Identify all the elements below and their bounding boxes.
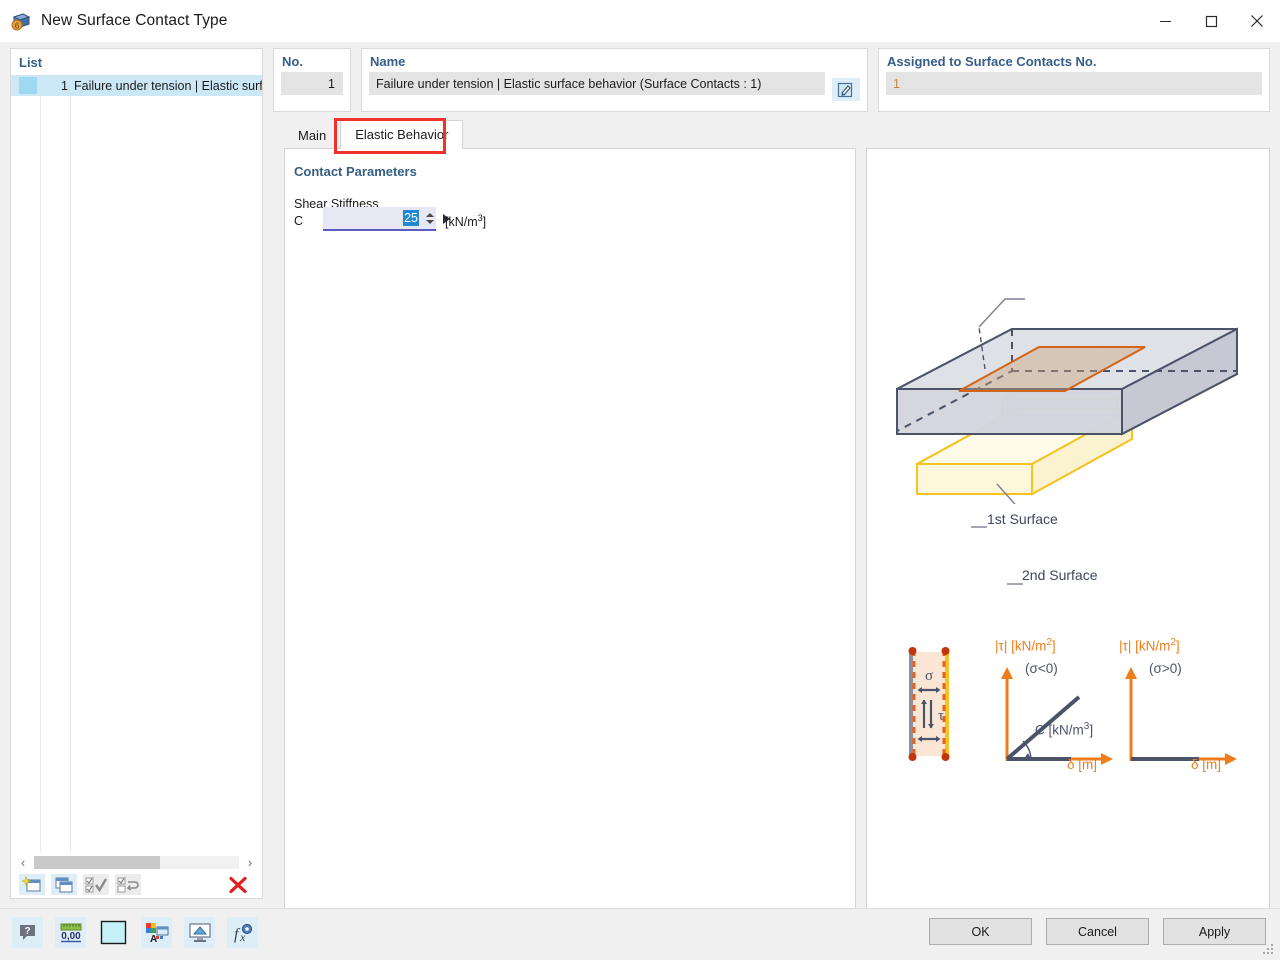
cancel-button[interactable]: Cancel bbox=[1046, 918, 1149, 945]
list-item-color[interactable] bbox=[19, 77, 41, 94]
chart-right-xaxis-label: δ [m] bbox=[1191, 757, 1221, 772]
resize-grip-icon[interactable] bbox=[1263, 944, 1275, 956]
no-field-group: No. 1 bbox=[273, 48, 351, 112]
scroll-left-icon[interactable]: ‹ bbox=[12, 852, 34, 872]
list-toolbar bbox=[12, 872, 261, 897]
list-item[interactable]: 1 Failure under tension | Elastic surfac bbox=[11, 75, 262, 96]
dialog-body: List 1 Failure under tension | Elastic s… bbox=[0, 42, 1280, 960]
dialog-buttons: OK Cancel Apply bbox=[929, 918, 1266, 945]
footer-icon-group: ? 0,00 bbox=[12, 917, 258, 948]
tab-elastic-behavior[interactable]: Elastic Behavior bbox=[340, 120, 463, 149]
color-swatch-icon[interactable] bbox=[98, 917, 129, 948]
assigned-field-label: Assigned to Surface Contacts No. bbox=[879, 49, 1269, 72]
list-rows: 1 Failure under tension | Elastic surfac bbox=[11, 75, 262, 96]
scroll-track[interactable] bbox=[34, 856, 239, 869]
window-title: New Surface Contact Type bbox=[41, 12, 228, 30]
contact-element-diagram: σ τ bbox=[897, 644, 961, 766]
assigned-field-group: Assigned to Surface Contacts No. 1 bbox=[878, 48, 1270, 112]
surface-contact-illustration bbox=[887, 289, 1247, 504]
c-value-text[interactable]: 25 bbox=[323, 211, 423, 225]
name-field-group: Name Failure under tension | Elastic sur… bbox=[361, 48, 868, 112]
first-surface-leader bbox=[971, 517, 997, 537]
display-properties-icon[interactable]: A bbox=[141, 917, 172, 948]
name-field-input[interactable]: Failure under tension | Elastic surface … bbox=[369, 72, 825, 95]
scroll-thumb[interactable] bbox=[34, 856, 160, 869]
title-bar: 6 New Surface Contact Type bbox=[0, 0, 1280, 42]
minimize-button[interactable] bbox=[1142, 0, 1188, 42]
svg-text:6: 6 bbox=[15, 22, 20, 31]
chart-left-plot bbox=[997, 649, 1127, 769]
visual-settings-icon[interactable] bbox=[184, 917, 215, 948]
new-item-icon[interactable] bbox=[19, 874, 45, 895]
c-value-input[interactable]: 25 bbox=[323, 207, 436, 231]
no-field-input[interactable]: 1 bbox=[281, 72, 343, 95]
svg-text:σ: σ bbox=[925, 668, 933, 684]
window-controls bbox=[1142, 0, 1280, 42]
maximize-button[interactable] bbox=[1188, 0, 1234, 42]
copy-item-icon[interactable] bbox=[51, 874, 77, 895]
c-value-selected: 25 bbox=[403, 210, 419, 226]
close-button[interactable] bbox=[1234, 0, 1280, 42]
list-item-label: Failure under tension | Elastic surfac bbox=[74, 79, 262, 93]
tab-main[interactable]: Main bbox=[284, 121, 340, 149]
stepper-down-icon[interactable] bbox=[426, 220, 434, 224]
chart-right-plot bbox=[1121, 649, 1251, 769]
invert-selection-icon[interactable] bbox=[115, 874, 141, 895]
chart-left-slope-label: C [kN/m3] bbox=[1035, 721, 1093, 738]
edit-name-icon[interactable] bbox=[832, 78, 860, 101]
tab-strip: Main Elastic Behavior bbox=[284, 120, 1270, 149]
list-header: List bbox=[11, 49, 262, 75]
first-surface-label: 1st Surface bbox=[987, 511, 1058, 527]
footer-bar: ? 0,00 bbox=[0, 909, 1280, 960]
list-horizontal-scrollbar[interactable]: ‹ › bbox=[12, 852, 261, 872]
list-panel: List 1 Failure under tension | Elastic s… bbox=[10, 48, 263, 899]
apply-button[interactable]: Apply bbox=[1163, 918, 1266, 945]
surface-contact-icon: 6 bbox=[10, 10, 32, 32]
c-unit-label: [kN/m3] bbox=[445, 213, 486, 229]
contact-parameters-pane: Contact Parameters Shear Stiffness C 25 … bbox=[284, 148, 856, 932]
help-icon[interactable]: ? bbox=[12, 917, 43, 948]
no-field-label: No. bbox=[274, 49, 350, 72]
svg-text:τ: τ bbox=[938, 708, 944, 724]
chart-left-xaxis-label: δ [m] bbox=[1067, 757, 1097, 772]
c-value-stepper[interactable] bbox=[423, 213, 436, 224]
ok-button[interactable]: OK bbox=[929, 918, 1032, 945]
second-surface-leader bbox=[1007, 574, 1087, 594]
dialog-window: 6 New Surface Contact Type List bbox=[0, 0, 1280, 960]
list-grid-line bbox=[40, 76, 41, 856]
units-icon[interactable]: 0,00 bbox=[55, 917, 86, 948]
diagram-pane: 1st Surface 2nd Surface σ bbox=[866, 148, 1270, 932]
name-field-label: Name bbox=[362, 49, 867, 72]
select-all-icon[interactable] bbox=[83, 874, 109, 895]
assigned-field-input[interactable]: 1 bbox=[886, 72, 1262, 95]
list-grid-line bbox=[70, 76, 71, 856]
svg-text:?: ? bbox=[24, 926, 30, 937]
list-item-number: 1 bbox=[41, 79, 74, 93]
c-parameter-label: C bbox=[294, 214, 303, 228]
svg-text:0,00: 0,00 bbox=[61, 931, 81, 942]
formula-icon[interactable]: f x bbox=[227, 917, 258, 948]
stepper-up-icon[interactable] bbox=[426, 213, 434, 217]
delete-icon[interactable] bbox=[225, 874, 251, 895]
scroll-right-icon[interactable]: › bbox=[239, 852, 261, 872]
section-title: Contact Parameters bbox=[294, 164, 417, 179]
